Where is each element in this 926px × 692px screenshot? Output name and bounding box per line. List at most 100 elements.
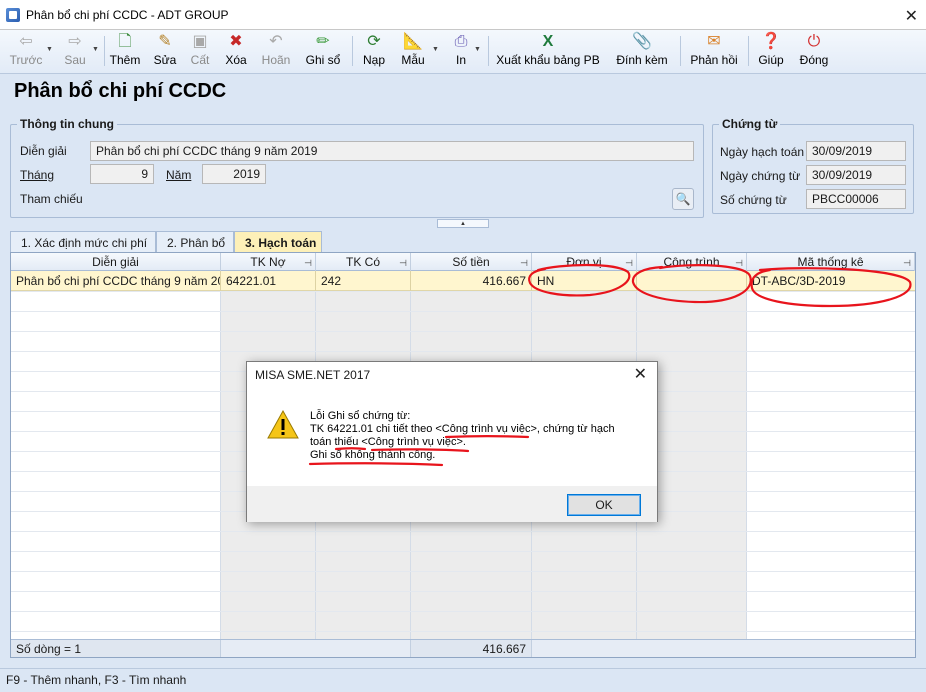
excel-icon: X: [542, 33, 554, 50]
arrow-left-icon: ⇦: [19, 33, 33, 50]
pin-icon[interactable]: ⊣: [625, 254, 633, 272]
chevron-up-icon: ▲: [460, 220, 466, 227]
load-button[interactable]: ⟳ Nạp: [360, 32, 388, 72]
collapse-panel-button[interactable]: ▲: [437, 219, 489, 228]
column-header[interactable]: Đơn vị ⊣: [532, 253, 637, 271]
column-header[interactable]: Số tiền ⊣: [411, 253, 532, 271]
grid-column: [11, 271, 221, 639]
toolbar-divider: [680, 36, 681, 66]
table-row[interactable]: Phân bổ chi phí CCDC tháng 9 năm 20 6422…: [11, 271, 915, 291]
row-count: Số dòng = 1: [11, 640, 221, 657]
credit-account-cell[interactable]: 242: [316, 271, 411, 291]
dialog-footer: OK: [247, 486, 657, 522]
amount-cell[interactable]: 416.667: [411, 271, 532, 291]
reference-search-button[interactable]: 🔍: [672, 188, 694, 210]
arrow-right-icon: ⇨: [68, 33, 82, 50]
edit-button[interactable]: ✎ Sửa: [152, 32, 178, 72]
stat-code-cell[interactable]: DT-ABC/3D-2019: [747, 271, 915, 291]
pin-icon[interactable]: ⊣: [903, 254, 911, 272]
tab-allocation[interactable]: 2. Phân bổ: [156, 231, 234, 253]
column-header[interactable]: TK Nợ ⊣: [221, 253, 316, 271]
refresh-icon: ⟳: [367, 33, 381, 50]
page-title: Phân bổ chi phí CCDC: [14, 80, 227, 102]
add-button[interactable]: 🗋 Thêm: [108, 32, 142, 72]
delete-button[interactable]: ✖ Xóa: [222, 32, 250, 72]
description-input[interactable]: Phân bổ chi phí CCDC tháng 9 năm 2019: [90, 141, 694, 161]
toolbar-divider: [748, 36, 749, 66]
attach-button[interactable]: 📎 Đính kèm: [614, 32, 670, 72]
close-button[interactable]: ⏻ Đóng: [798, 32, 830, 72]
voucher-no-input[interactable]: PBCC00006: [806, 189, 906, 209]
grid-column: [747, 271, 915, 639]
title-bar: Phân bổ chi phí CCDC - ADT GROUP ✕: [0, 0, 926, 30]
pin-icon[interactable]: ⊣: [304, 254, 312, 272]
footer-total: 416.667: [411, 640, 532, 657]
printer-icon: ⎙: [454, 33, 468, 50]
dialog-close-button[interactable]: ✕: [634, 364, 647, 384]
grid-row-line: [11, 531, 915, 532]
grid-footer: Số dòng = 1 416.667: [11, 639, 915, 657]
grid-row-line: [11, 311, 915, 312]
message-line: Ghi sổ không thành công.: [310, 449, 436, 461]
posting-date-label: Ngày hạch toán: [720, 145, 805, 159]
month-input[interactable]: 9: [90, 164, 154, 184]
error-dialog: MISA SME.NET 2017 ✕ Lỗi Ghi sổ chứng từ:…: [246, 361, 658, 522]
grid-row-line: [11, 611, 915, 612]
search-icon: 🔍: [675, 192, 691, 206]
print-button[interactable]: ⎙ In: [450, 32, 472, 72]
debit-account-cell[interactable]: 64221.01: [221, 271, 316, 291]
save-icon: ▣: [192, 33, 208, 50]
grid-row-line: [11, 351, 915, 352]
ok-button[interactable]: OK: [567, 494, 641, 516]
save-button[interactable]: ▣ Cất: [188, 32, 212, 72]
tab-accounting[interactable]: 3. Hạch toán: [234, 231, 322, 254]
post-button[interactable]: ✏ Ghi sổ: [304, 32, 342, 72]
prev-button[interactable]: ⇦ Trước: [8, 32, 44, 72]
pin-icon[interactable]: ⊣: [520, 254, 528, 272]
chevron-down-icon[interactable]: ▼: [432, 46, 439, 53]
pin-icon[interactable]: ⊣: [735, 254, 743, 272]
chevron-down-icon[interactable]: ▼: [46, 46, 53, 53]
pin-icon[interactable]: ⊣: [399, 254, 407, 272]
group-title: Thông tin chung: [17, 117, 117, 131]
template-button[interactable]: 📐 Mẫu: [398, 32, 428, 72]
help-icon: ❓: [761, 33, 781, 50]
column-header[interactable]: TK Có ⊣: [316, 253, 411, 271]
warning-icon: [267, 410, 299, 439]
voucher-date-input[interactable]: 30/09/2019: [806, 165, 906, 185]
project-cell[interactable]: [637, 271, 747, 291]
window-close-button[interactable]: ✕: [905, 6, 918, 26]
year-label: Năm: [166, 168, 192, 182]
grid-row-line: [11, 291, 915, 292]
help-button[interactable]: ❓ Giúp: [756, 32, 786, 72]
power-icon: ⏻: [807, 33, 821, 50]
column-header[interactable]: Công trình ⊣: [637, 253, 747, 271]
next-button[interactable]: ⇨ Sau: [60, 32, 90, 72]
feedback-button[interactable]: ✉ Phản hồi: [688, 32, 740, 72]
message-line: TK 64221.01 chi tiết theo <Công trình vụ…: [310, 423, 615, 435]
year-input[interactable]: 2019: [202, 164, 266, 184]
posting-date-input[interactable]: 30/09/2019: [806, 141, 906, 161]
tab-cost-level[interactable]: 1. Xác định mức chi phí: [10, 231, 156, 253]
column-header[interactable]: Mã thống kê ⊣: [747, 253, 915, 271]
export-button[interactable]: X Xuất khẩu bảng PB: [496, 32, 600, 72]
description-label: Diễn giải: [20, 144, 67, 158]
undo-button[interactable]: ↶ Hoãn: [260, 32, 292, 72]
new-document-icon: 🗋: [118, 33, 132, 50]
edit-icon: ✎: [158, 33, 172, 50]
toolbar-divider: [352, 36, 353, 66]
envelope-icon: ✉: [707, 33, 721, 50]
description-cell[interactable]: Phân bổ chi phí CCDC tháng 9 năm 20: [11, 271, 221, 291]
dialog-title: MISA SME.NET 2017: [255, 368, 371, 382]
grid-header: Diễn giải TK Nợ ⊣ TK Có ⊣ Số tiền ⊣ Đơn vị ⊣…: [11, 253, 915, 271]
footer-spacer: [221, 640, 411, 657]
unit-cell[interactable]: HN: [532, 271, 637, 291]
chevron-down-icon[interactable]: ▼: [474, 46, 481, 53]
group-title: Chứng từ: [719, 117, 781, 131]
month-label: Tháng: [20, 168, 55, 182]
voucher-no-label: Số chứng từ: [720, 193, 787, 207]
column-header[interactable]: Diễn giải: [11, 253, 221, 271]
chevron-down-icon[interactable]: ▼: [92, 46, 99, 53]
toolbar-divider: [488, 36, 489, 66]
dialog-message: Lỗi Ghi sổ chứng từ: TK 64221.01 chi tiế…: [310, 410, 615, 462]
